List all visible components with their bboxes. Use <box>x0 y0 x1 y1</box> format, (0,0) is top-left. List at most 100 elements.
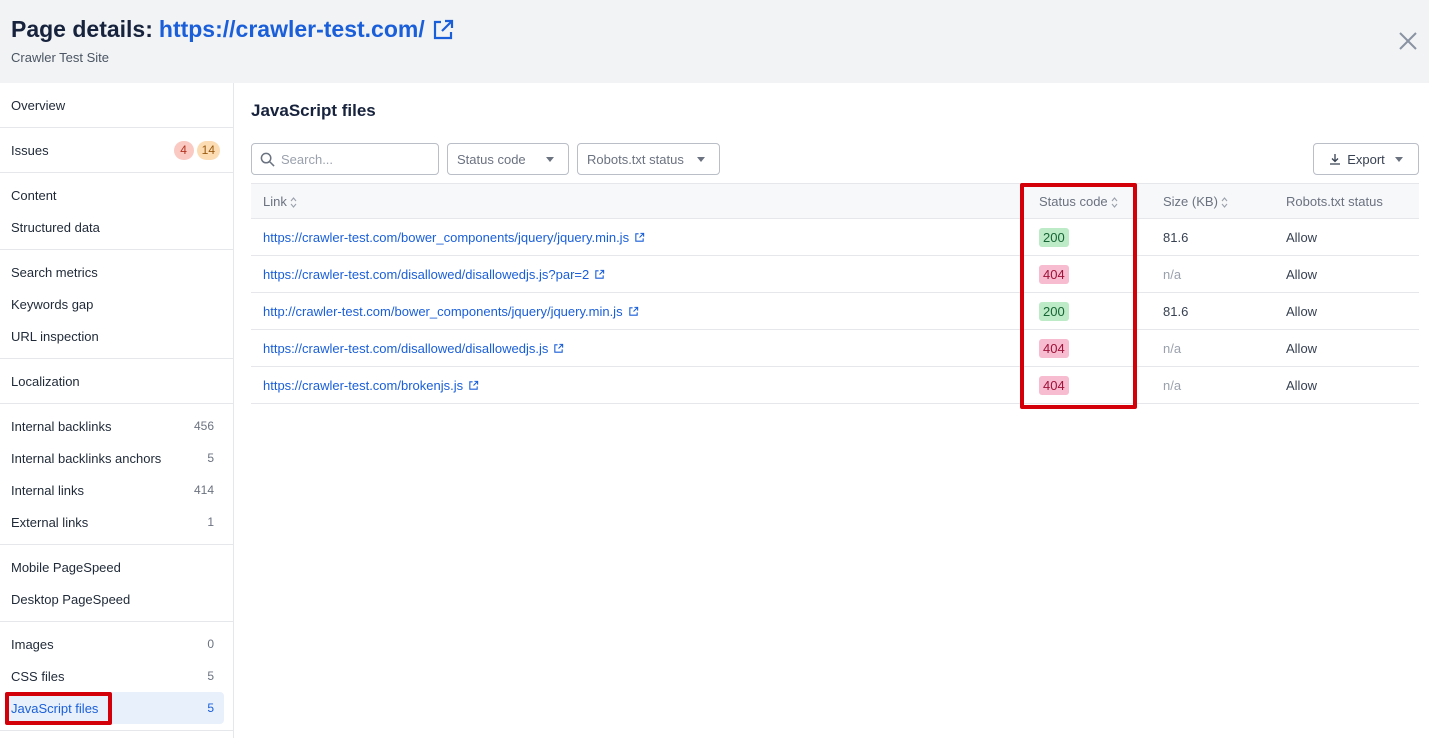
cell-status-code: 200 <box>1027 218 1151 256</box>
search-input[interactable] <box>281 151 421 167</box>
js-file-link[interactable]: http://crawler-test.com/bower_components… <box>263 304 639 319</box>
js-file-link[interactable]: https://crawler-test.com/bower_component… <box>263 230 645 245</box>
sidebar-item-label: Keywords gap <box>11 296 94 312</box>
sidebar-item-label: Overview <box>11 97 66 113</box>
sidebar-item-external-links[interactable]: External links 1 <box>5 506 224 538</box>
cell-link: https://crawler-test.com/bower_component… <box>251 218 1027 256</box>
sidebar-group: Overview <box>0 83 233 128</box>
chevron-down-icon <box>1394 156 1403 162</box>
download-icon <box>1330 154 1341 165</box>
robots-status-filter[interactable]: Robots.txt status <box>577 143 720 175</box>
cell-status-code: 404 <box>1027 366 1151 404</box>
section-title: JavaScript files <box>251 101 376 120</box>
sidebar-item-internal-backlinks-anchors[interactable]: Internal backlinks anchors 5 <box>5 442 224 474</box>
cell-size: n/a <box>1151 366 1274 404</box>
sidebar-item-issues[interactable]: Issues 4 14 <box>5 134 224 166</box>
cell-link: https://crawler-test.com/disallowed/disa… <box>251 255 1027 293</box>
sidebar-item-url-inspection[interactable]: URL inspection <box>5 320 224 352</box>
javascript-files-table: Link Status code Size (KB) Robots.txt st… <box>251 183 1419 404</box>
column-header-size[interactable]: Size (KB) <box>1151 183 1274 219</box>
sidebar-item-desktop-pagespeed[interactable]: Desktop PageSpeed <box>5 583 224 615</box>
cell-robots-status: Allow <box>1274 329 1419 367</box>
sidebar-group: Images 0 CSS files 5 JavaScript files 5 <box>0 622 233 731</box>
cell-size: 81.6 <box>1151 218 1274 256</box>
sort-icon <box>1221 196 1228 208</box>
sidebar-item-label: Content <box>11 187 57 203</box>
sidebar-item-internal-backlinks[interactable]: Internal backlinks 456 <box>5 410 224 442</box>
sidebar-item-count: 456 <box>193 419 214 433</box>
issue-badges: 4 14 <box>173 140 220 160</box>
sort-icon <box>290 196 297 208</box>
js-file-link[interactable]: https://crawler-test.com/brokenjs.js <box>263 378 479 393</box>
sidebar-item-label: Internal backlinks <box>11 418 112 434</box>
sidebar-item-count: 414 <box>193 483 214 497</box>
js-file-url: https://crawler-test.com/brokenjs.js <box>263 377 464 393</box>
sidebar-item-internal-links[interactable]: Internal links 414 <box>5 474 224 506</box>
sidebar-item-mobile-pagespeed[interactable]: Mobile PageSpeed <box>5 551 224 583</box>
page-header: Page details: https://crawler-test.com/ … <box>0 0 1429 83</box>
sidebar-item-structured-data[interactable]: Structured data <box>5 211 224 243</box>
cell-link: https://crawler-test.com/disallowed/disa… <box>251 329 1027 367</box>
external-link-icon[interactable] <box>431 18 455 42</box>
search-box[interactable] <box>251 143 439 175</box>
sidebar-item-search-metrics[interactable]: Search metrics <box>5 256 224 288</box>
sidebar-item-label: Images <box>11 636 54 652</box>
sidebar-item-css-files[interactable]: CSS files 5 <box>5 660 224 692</box>
cell-robots-status: Allow <box>1274 366 1419 404</box>
sidebar-item-count: 5 <box>207 451 214 465</box>
chevron-down-icon <box>546 157 554 162</box>
cell-status-code: 200 <box>1027 292 1151 330</box>
cell-robots-status: Allow <box>1274 218 1419 256</box>
error-count-badge: 4 <box>173 140 194 160</box>
cell-link: http://crawler-test.com/bower_components… <box>251 292 1027 330</box>
cell-status-code: 404 <box>1027 255 1151 293</box>
page-url-link[interactable]: https://crawler-test.com/ <box>159 16 425 43</box>
sidebar-item-count: 1 <box>207 515 214 529</box>
sidebar-item-keywords-gap[interactable]: Keywords gap <box>5 288 224 320</box>
sidebar-item-label: Structured data <box>11 219 100 235</box>
export-button[interactable]: Export <box>1313 143 1419 175</box>
sidebar-item-overview[interactable]: Overview <box>5 89 224 121</box>
sidebar-item-localization[interactable]: Localization <box>5 365 224 397</box>
sidebar-nav: Overview Issues 4 14 Content Structured data S… <box>0 83 234 738</box>
column-header-link[interactable]: Link <box>251 183 1027 219</box>
sidebar-item-label: Issues <box>11 142 49 158</box>
column-header-status-code[interactable]: Status code <box>1027 183 1151 219</box>
sidebar-group: Localization <box>0 359 233 404</box>
external-link-icon <box>469 380 479 390</box>
sidebar-group: Content Structured data <box>0 173 233 250</box>
close-icon[interactable] <box>1397 30 1419 52</box>
page-title-prefix: Page details: <box>11 16 153 42</box>
sidebar-item-label: Localization <box>11 373 80 389</box>
table-header-row: Link Status code Size (KB) Robots.txt st… <box>251 183 1419 219</box>
sidebar-item-label: CSS files <box>11 668 65 684</box>
js-file-link[interactable]: https://crawler-test.com/disallowed/disa… <box>263 267 605 282</box>
sidebar-item-javascript-files[interactable]: JavaScript files 5 <box>5 692 224 724</box>
table-row: http://crawler-test.com/bower_components… <box>251 292 1419 330</box>
sidebar-item-content[interactable]: Content <box>5 179 224 211</box>
export-label: Export <box>1347 151 1385 167</box>
sidebar-group: Mobile PageSpeed Desktop PageSpeed <box>0 545 233 622</box>
warning-count-badge: 14 <box>196 140 220 160</box>
js-file-url: https://crawler-test.com/disallowed/disa… <box>263 340 549 356</box>
cell-size: 81.6 <box>1151 292 1274 330</box>
sidebar-item-images[interactable]: Images 0 <box>5 628 224 660</box>
sidebar-item-count: 5 <box>207 701 214 715</box>
status-badge: 200 <box>1039 227 1069 247</box>
js-file-link[interactable]: https://crawler-test.com/disallowed/disa… <box>263 341 564 356</box>
page-title: Page details: https://crawler-test.com/ <box>11 16 455 43</box>
status-code-filter[interactable]: Status code <box>447 143 569 175</box>
status-badge: 404 <box>1039 264 1069 284</box>
robots-status-filter-label: Robots.txt status <box>587 151 684 167</box>
external-link-icon <box>628 306 638 316</box>
js-file-url: https://crawler-test.com/bower_component… <box>263 229 630 245</box>
cell-link: https://crawler-test.com/brokenjs.js <box>251 366 1027 404</box>
cell-robots-status: Allow <box>1274 292 1419 330</box>
column-header-robots-status: Robots.txt status <box>1274 183 1419 219</box>
status-code-filter-label: Status code <box>457 151 526 167</box>
sidebar-item-label: Desktop PageSpeed <box>11 591 131 607</box>
sort-icon <box>1111 196 1118 208</box>
external-link-icon <box>554 343 564 353</box>
sidebar-item-count: 5 <box>207 669 214 683</box>
search-icon <box>260 152 275 167</box>
